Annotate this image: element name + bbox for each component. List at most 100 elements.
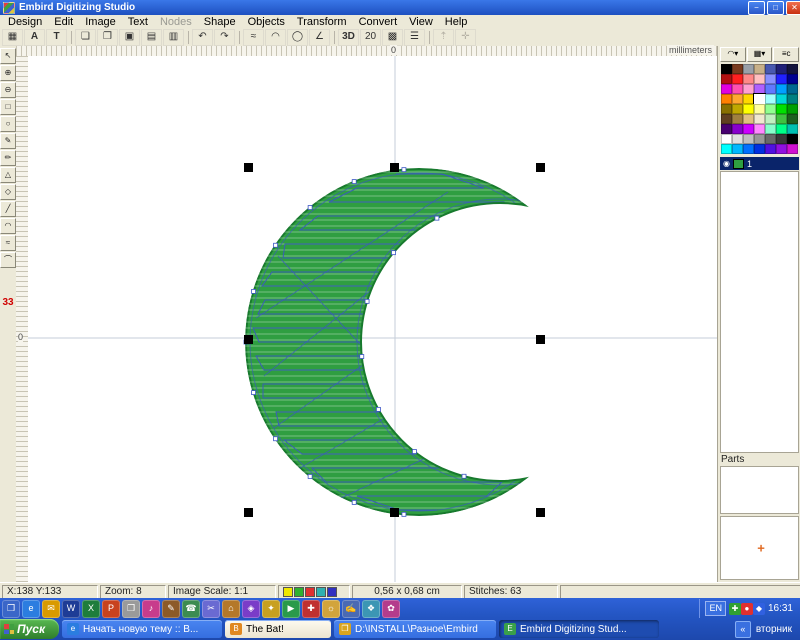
palette-swatch[interactable] bbox=[787, 94, 798, 104]
tool-pencil-button[interactable]: ✎ bbox=[0, 133, 16, 149]
palette-swatch[interactable] bbox=[776, 144, 787, 154]
curve-presets-button[interactable]: ◠▾ bbox=[720, 47, 746, 62]
selection-handle[interactable] bbox=[244, 335, 253, 344]
palette-swatch[interactable] bbox=[776, 64, 787, 74]
object-list-row[interactable]: ◉ 1 bbox=[720, 157, 799, 170]
explorer-icon[interactable]: ❐ bbox=[122, 600, 140, 618]
toolbar-view-3d-button[interactable]: 3D bbox=[338, 29, 359, 46]
maximize-button[interactable]: □ bbox=[767, 1, 784, 15]
tool-zoom-in-button[interactable]: ⊕ bbox=[0, 65, 16, 81]
start-button[interactable]: Пуск bbox=[0, 619, 59, 639]
palette-swatch[interactable] bbox=[732, 94, 743, 104]
palette-swatch[interactable] bbox=[732, 114, 743, 124]
parts-list[interactable] bbox=[720, 466, 799, 514]
palette-swatch[interactable] bbox=[787, 64, 798, 74]
palette-swatch[interactable] bbox=[743, 74, 754, 84]
snip-icon[interactable]: ✂ bbox=[202, 600, 220, 618]
palette-swatch[interactable] bbox=[787, 74, 798, 84]
toolbar-save-design-button[interactable]: ▣ bbox=[119, 29, 140, 46]
task-explorer[interactable]: ❐D:\INSTALL\Разное\Embird bbox=[334, 620, 496, 638]
toolbar-letter-a-button[interactable]: A bbox=[24, 29, 45, 46]
palette-swatch[interactable] bbox=[743, 64, 754, 74]
palette-swatch[interactable] bbox=[787, 84, 798, 94]
excel-icon[interactable]: X bbox=[82, 600, 100, 618]
palette-swatch[interactable] bbox=[787, 134, 798, 144]
palette-swatch[interactable] bbox=[721, 64, 732, 74]
toolbar-grid-20-button[interactable]: 20 bbox=[360, 29, 381, 46]
toolbar-density-button[interactable]: ▩ bbox=[382, 29, 403, 46]
menu-view[interactable]: View bbox=[403, 15, 439, 29]
word-icon[interactable]: W bbox=[62, 600, 80, 618]
antivirus-tray-icon[interactable]: ✚ bbox=[729, 603, 741, 615]
palette-swatch[interactable] bbox=[732, 104, 743, 114]
palette-swatch[interactable] bbox=[732, 64, 743, 74]
toolbar-move-up-button[interactable]: ⇡ bbox=[433, 29, 454, 46]
palette-swatch[interactable] bbox=[754, 114, 765, 124]
mail-icon[interactable]: ✉ bbox=[42, 600, 60, 618]
selection-handle[interactable] bbox=[390, 163, 399, 172]
network-tray-icon[interactable]: ◆ bbox=[753, 603, 765, 615]
palette-swatch[interactable] bbox=[765, 104, 776, 114]
design-canvas[interactable] bbox=[28, 56, 717, 582]
toolbar-undo-button[interactable]: ↶ bbox=[192, 29, 213, 46]
palette-swatch[interactable] bbox=[776, 114, 787, 124]
collapse-tray-button[interactable]: « bbox=[735, 621, 751, 638]
toolbar-columns-button[interactable]: ☰ bbox=[404, 29, 425, 46]
menu-edit[interactable]: Edit bbox=[48, 15, 79, 29]
palette-swatch[interactable] bbox=[765, 144, 776, 154]
home-icon[interactable]: ⌂ bbox=[222, 600, 240, 618]
palette-swatch[interactable] bbox=[754, 64, 765, 74]
palette-swatch[interactable] bbox=[754, 124, 765, 134]
toolbar-letter-t-button[interactable]: T bbox=[46, 29, 67, 46]
palette-swatch[interactable] bbox=[732, 124, 743, 134]
palette-swatch[interactable] bbox=[743, 114, 754, 124]
palette-swatch[interactable] bbox=[743, 94, 754, 104]
extra-app-icon[interactable]: ✿ bbox=[382, 600, 400, 618]
menu-image[interactable]: Image bbox=[79, 15, 122, 29]
selection-handle[interactable] bbox=[244, 508, 253, 517]
palette-swatch[interactable] bbox=[732, 74, 743, 84]
palette-swatch[interactable] bbox=[765, 84, 776, 94]
palette-swatch[interactable] bbox=[765, 124, 776, 134]
internet-explorer-icon[interactable]: e bbox=[22, 600, 40, 618]
menu-design[interactable]: Design bbox=[2, 15, 48, 29]
show-desktop-icon[interactable]: ❐ bbox=[2, 600, 20, 618]
toolbar-grid-button[interactable]: ▦ bbox=[2, 29, 23, 46]
graphics-app-icon[interactable]: ◈ bbox=[242, 600, 260, 618]
palette-swatch[interactable] bbox=[743, 124, 754, 134]
palette-swatch[interactable] bbox=[754, 74, 765, 84]
menu-nodes[interactable]: Nodes bbox=[154, 15, 198, 29]
palette-swatch[interactable] bbox=[765, 114, 776, 124]
tool-select-button[interactable]: ↖ bbox=[0, 48, 16, 64]
tool-arc-3pt-button[interactable]: ⌒ bbox=[0, 252, 16, 268]
color-options-button[interactable]: ≡c bbox=[773, 47, 799, 62]
palette-swatch[interactable] bbox=[732, 134, 743, 144]
palette-swatch[interactable] bbox=[743, 84, 754, 94]
close-button[interactable]: ✕ bbox=[786, 1, 800, 15]
messenger-icon[interactable]: ☎ bbox=[182, 600, 200, 618]
toolbar-ellipse-mode-button[interactable]: ◯ bbox=[287, 29, 308, 46]
tool-zoom-window-button[interactable]: □ bbox=[0, 99, 16, 115]
menu-transform[interactable]: Transform bbox=[291, 15, 353, 29]
tool-arc-button[interactable]: ◠ bbox=[0, 218, 16, 234]
selection-handle[interactable] bbox=[536, 163, 545, 172]
palette-swatch[interactable] bbox=[721, 134, 732, 144]
menu-shape[interactable]: Shape bbox=[198, 15, 242, 29]
notes-icon[interactable]: ✎ bbox=[162, 600, 180, 618]
toolbar-open-design-button[interactable]: ❐ bbox=[97, 29, 118, 46]
palette-swatch[interactable] bbox=[765, 134, 776, 144]
palette-swatch[interactable] bbox=[721, 94, 732, 104]
palette-menu-button[interactable]: ▦▾ bbox=[747, 47, 773, 62]
selection-handle[interactable] bbox=[536, 335, 545, 344]
toolbar-angle-mode-button[interactable]: ∠ bbox=[309, 29, 330, 46]
toolbar-stitch-wave-button[interactable]: ≈ bbox=[243, 29, 264, 46]
palette-swatch[interactable] bbox=[765, 64, 776, 74]
toolbar-arc-mode-button[interactable]: ◠ bbox=[265, 29, 286, 46]
palette-swatch[interactable] bbox=[721, 74, 732, 84]
tool-curve-button[interactable]: ≈ bbox=[0, 235, 16, 251]
tool-polygon-button[interactable]: △ bbox=[0, 167, 16, 183]
task-embird[interactable]: EEmbird Digitizing Stud... bbox=[499, 620, 659, 638]
selection-handle[interactable] bbox=[390, 508, 399, 517]
status-tray-icon[interactable]: ● bbox=[741, 603, 753, 615]
tool-pen-button[interactable]: ✏ bbox=[0, 150, 16, 166]
